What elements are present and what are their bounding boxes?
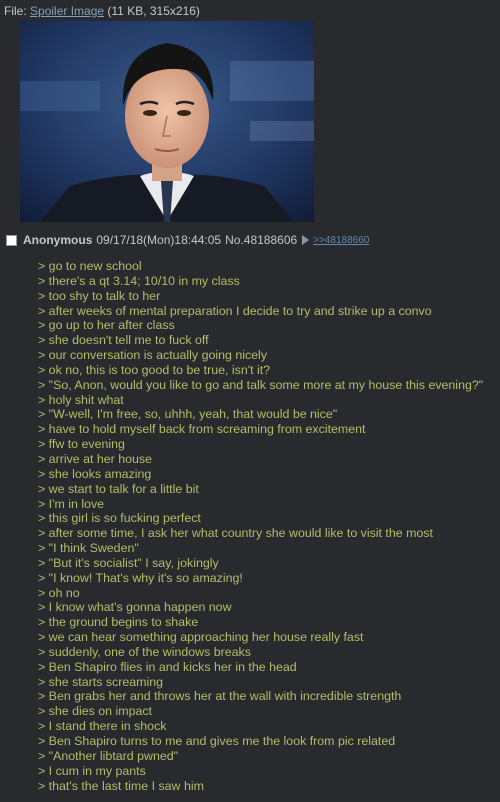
greentext-line: > our conversation is actually going nic… bbox=[38, 348, 268, 363]
greentext-line: > arrive at her house bbox=[38, 451, 152, 466]
greentext-line: > go to new school bbox=[38, 259, 142, 273]
post-header: Anonymous 09/17/18(Mon)18:44:05 No.48188… bbox=[6, 232, 369, 248]
greentext-line: > after some time, I ask her what countr… bbox=[38, 526, 433, 541]
greentext-line: > "W-well, I'm free, so, uhhh, yeah, tha… bbox=[38, 407, 338, 422]
greentext-line: > she doesn't tell me to fuck off bbox=[38, 333, 209, 348]
post-number[interactable]: No.48188606 bbox=[225, 233, 297, 247]
post-image-thumbnail[interactable] bbox=[20, 21, 314, 222]
greentext-line: > Ben Shapiro turns to me and gives me t… bbox=[38, 734, 396, 748]
greentext-line: > we start to talk for a little bit bbox=[38, 481, 199, 496]
file-prefix: File: bbox=[4, 4, 27, 18]
greentext-line: > we can hear something approaching her … bbox=[38, 630, 364, 645]
greentext-line: > "So, Anon, would you like to go and ta… bbox=[38, 377, 484, 392]
greentext-line: > go up to her after class bbox=[38, 318, 175, 333]
greentext-line: > "But it's socialist" I say, jokingly bbox=[38, 555, 219, 570]
file-meta: (11 KB, 315x216) bbox=[107, 4, 200, 18]
greentext-line: > that's the last time I saw him bbox=[38, 778, 204, 793]
greentext-line: > she looks amazing bbox=[38, 466, 152, 481]
greentext-line: > Ben grabs her and throws her at the wa… bbox=[38, 689, 402, 704]
post-select-checkbox[interactable] bbox=[6, 234, 17, 246]
greentext-line: > I know what's gonna happen now bbox=[38, 600, 232, 615]
poster-name: Anonymous bbox=[23, 233, 93, 247]
file-link[interactable]: Spoiler Image bbox=[30, 4, 104, 18]
greentext-line: > ffw to evening bbox=[38, 437, 125, 452]
post-datetime: 09/17/18(Mon)18:44:05 bbox=[96, 233, 222, 247]
greentext-line: > she starts screaming bbox=[38, 674, 163, 689]
greentext-line: > I stand there in shock bbox=[38, 719, 167, 734]
greentext-line: > after weeks of mental preparation I de… bbox=[38, 303, 432, 318]
greentext-line: > Ben Shapiro flies in and kicks her in … bbox=[38, 659, 297, 674]
greentext-line: > "I know! That's why it's so amazing! bbox=[38, 570, 243, 585]
greentext-line: > she dies on impact bbox=[38, 704, 152, 719]
greentext-line: > suddenly, one of the windows breaks bbox=[38, 644, 251, 659]
greentext-line: > the ground begins to shake bbox=[38, 615, 199, 630]
greentext-line: > too shy to talk to her bbox=[38, 288, 161, 303]
greentext-line: > holy shit what bbox=[38, 392, 124, 407]
greentext-line: > this girl is so fucking perfect bbox=[38, 511, 201, 526]
post-menu-icon[interactable] bbox=[302, 235, 310, 245]
greentext-line: > "I think Sweden" bbox=[38, 541, 139, 556]
greentext-line: > "Another libtard pwned" bbox=[38, 748, 179, 763]
post-body: > go to new school > there's a qt 3.14; … bbox=[38, 259, 496, 793]
file-info: File: Spoiler Image (11 KB, 315x216) bbox=[4, 4, 200, 18]
greentext-line: > oh no bbox=[38, 585, 80, 600]
backlink[interactable]: >>48188660 bbox=[313, 235, 369, 246]
greentext-line: > I cum in my pants bbox=[38, 763, 146, 778]
greentext-line: > ok no, this is too good to be true, is… bbox=[38, 362, 271, 377]
greentext-line: > I'm in love bbox=[38, 496, 105, 511]
greentext-line: > have to hold myself back from screamin… bbox=[38, 422, 366, 437]
greentext-line: > there's a qt 3.14; 10/10 in my class bbox=[38, 273, 240, 288]
